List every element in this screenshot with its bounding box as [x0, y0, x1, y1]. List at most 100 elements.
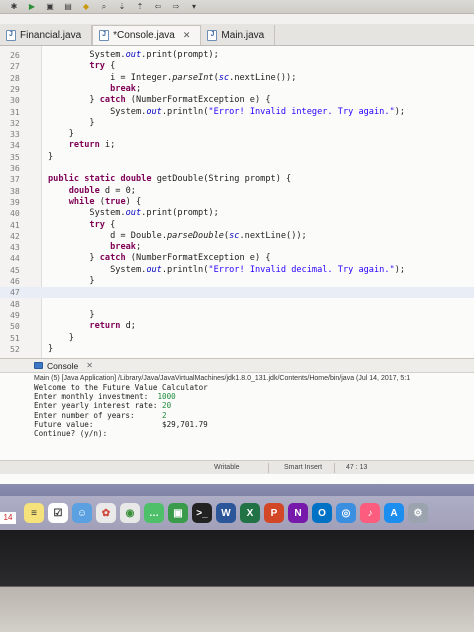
new-package-icon[interactable]: ▤: [62, 2, 74, 12]
code-text: break;: [110, 242, 142, 253]
console-title[interactable]: Console: [47, 361, 78, 371]
powerpoint-icon[interactable]: P: [264, 503, 284, 523]
java-file-icon: J: [6, 29, 16, 41]
code-line[interactable]: 48: [0, 299, 474, 310]
next-annotation-icon[interactable]: ⇣: [116, 2, 128, 12]
code-text: try {: [89, 61, 116, 72]
forward-icon[interactable]: ⇨: [170, 2, 182, 12]
code-line[interactable]: 34 return i;: [0, 140, 474, 151]
word-icon[interactable]: W: [216, 503, 236, 523]
code-line[interactable]: 43 break;: [0, 242, 474, 253]
eclipse-window: ✱ ▶ ▣ ▤ ◆ ⌕ ⇣ ⇡ ⇦ ⇨ ▾ J Financial.java J…: [0, 0, 474, 530]
code-line[interactable]: 27 try {: [0, 61, 474, 72]
system-preferences-icon[interactable]: ⚙: [408, 503, 428, 523]
code-line[interactable]: 26 System.out.print(prompt);: [0, 50, 474, 61]
code-text: try {: [89, 219, 116, 230]
line-number: 32: [10, 117, 20, 128]
console-output[interactable]: Welcome to the Future Value Calculator En…: [0, 383, 474, 438]
messages-icon[interactable]: …: [144, 503, 164, 523]
code-line[interactable]: 46 }: [0, 276, 474, 287]
line-number: 37: [10, 174, 20, 185]
close-icon[interactable]: ✕: [86, 361, 93, 370]
chevron-down-icon[interactable]: ▾: [188, 2, 200, 12]
console-user-input: 1000: [157, 392, 176, 402]
tab-label: Main.java: [221, 29, 265, 41]
photos-icon[interactable]: ✿: [96, 503, 116, 523]
code-line[interactable]: 41 try {: [0, 220, 474, 231]
code-text: } catch (NumberFormatException e) {: [48, 95, 271, 106]
line-number: 50: [10, 321, 20, 332]
java-file-icon: J: [207, 29, 218, 41]
line-number: 29: [10, 83, 20, 94]
console-line: Future value: $29,701.79: [34, 419, 208, 429]
line-number: 51: [10, 332, 20, 343]
code-line[interactable]: 39 while (true) {: [0, 197, 474, 208]
search-icon[interactable]: ⌕: [98, 2, 110, 12]
code-text: d = Double.parseDouble(sc.nextLine());: [48, 230, 307, 241]
code-text: public static double getDouble(String pr…: [48, 174, 292, 185]
tab-label: Financial.java: [20, 29, 82, 41]
debug-icon[interactable]: ✱: [8, 2, 20, 12]
code-editor[interactable]: 26 System.out.print(prompt); 27 try {28 i…: [0, 46, 474, 358]
outlook-icon[interactable]: O: [312, 503, 332, 523]
console-user-input: 20: [162, 401, 172, 411]
editor-tab-bar: J Financial.java J *Console.java ✕ J Mai…: [0, 24, 474, 46]
code-line[interactable]: 30 } catch (NumberFormatException e) {: [0, 95, 474, 106]
save-icon[interactable]: ▣: [44, 2, 56, 12]
code-line[interactable]: 49 }: [0, 310, 474, 321]
code-line[interactable]: 44 } catch (NumberFormatException e) {: [0, 253, 474, 264]
code-line[interactable]: 47: [0, 287, 474, 298]
code-text: return i;: [68, 140, 116, 151]
app-store-icon[interactable]: A: [384, 503, 404, 523]
close-icon[interactable]: ✕: [183, 30, 191, 41]
code-line[interactable]: 31 System.out.println("Error! Invalid in…: [0, 107, 474, 118]
code-line[interactable]: 36: [0, 163, 474, 174]
line-number: 33: [10, 129, 20, 140]
console-header: Console ✕: [0, 359, 474, 373]
onenote-icon[interactable]: N: [288, 503, 308, 523]
main-toolbar: ✱ ▶ ▣ ▤ ◆ ⌕ ⇣ ⇡ ⇦ ⇨ ▾: [0, 0, 474, 14]
excel-icon[interactable]: X: [240, 503, 260, 523]
line-number: 34: [10, 140, 20, 151]
code-text: } catch (NumberFormatException e) {: [48, 253, 271, 264]
line-number: 52: [10, 343, 20, 354]
console-line: Enter number of years: 2: [34, 410, 167, 420]
tab-main-java[interactable]: J Main.java: [201, 25, 276, 45]
facetime-icon[interactable]: ▣: [168, 503, 188, 523]
line-number: 41: [10, 219, 20, 230]
code-line[interactable]: 42 d = Double.parseDouble(sc.nextLine())…: [0, 231, 474, 242]
chrome-icon[interactable]: ◉: [120, 503, 140, 523]
music-icon[interactable]: ♪: [360, 503, 380, 523]
reminders-icon[interactable]: ☑: [48, 503, 68, 523]
code-line[interactable]: 37 public static double getDouble(String …: [0, 174, 474, 185]
code-text: }: [48, 332, 74, 343]
terminal-icon[interactable]: >_: [192, 503, 212, 523]
tab-console-java[interactable]: J *Console.java ✕: [92, 25, 202, 45]
tab-label: *Console.java: [113, 30, 175, 41]
safari-icon[interactable]: ◎: [336, 503, 356, 523]
open-folder-icon[interactable]: ◆: [80, 2, 92, 12]
tab-financial-java[interactable]: J Financial.java: [0, 25, 93, 45]
code-text: System.out.println("Error! Invalid decim…: [48, 264, 406, 275]
code-line[interactable]: 50 return d;: [0, 321, 474, 332]
code-line[interactable]: 35}: [0, 152, 474, 163]
notes-icon[interactable]: ≡: [24, 503, 44, 523]
code-line[interactable]: 38 double d = 0;: [0, 186, 474, 197]
console-line: Enter monthly investment: 1000: [34, 392, 176, 402]
code-line[interactable]: 40 System.out.print(prompt);: [0, 208, 474, 219]
code-line[interactable]: 28 i = Integer.parseInt(sc.nextLine());: [0, 73, 474, 84]
previous-annotation-icon[interactable]: ⇡: [134, 2, 146, 12]
code-line[interactable]: 45 System.out.println("Error! Invalid de…: [0, 265, 474, 276]
back-icon[interactable]: ⇦: [152, 2, 164, 12]
run-icon[interactable]: ▶: [26, 2, 38, 12]
code-line[interactable]: 29 break;: [0, 84, 474, 95]
code-line[interactable]: 51 }: [0, 333, 474, 344]
line-number: 49: [10, 309, 20, 320]
status-bar: Writable Smart Insert 47 : 13: [0, 460, 474, 474]
code-line[interactable]: 33 }: [0, 129, 474, 140]
code-line[interactable]: 52}: [0, 344, 474, 355]
code-line[interactable]: 32 }: [0, 118, 474, 129]
finder-icon[interactable]: ☺: [72, 503, 92, 523]
code-text: break;: [110, 83, 142, 94]
code-text: i = Integer.parseInt(sc.nextLine());: [48, 72, 297, 83]
